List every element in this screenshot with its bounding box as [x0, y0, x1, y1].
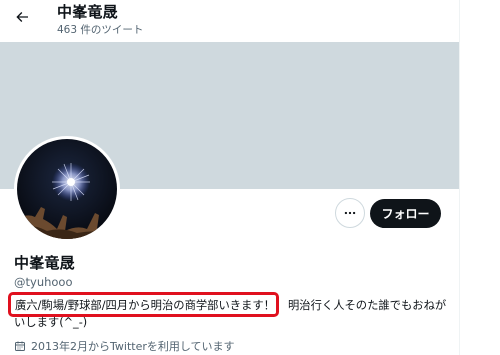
profile-header: 中峯竜晟 463 件のツイート — [0, 0, 459, 42]
profile-handle: @tyuhooo — [14, 275, 73, 289]
profile-column: 中峯竜晟 463 件のツイート フォロー 中峯竜晟 @tyuhooo 廣六/駒場… — [0, 0, 459, 355]
bio-line-1: 廣六/駒場/野球部/四月から明治の商学部いきます！ 明治行く人そのた誰でもおねが — [8, 292, 459, 317]
joined-date: 2013年2月からTwitterを利用しています — [14, 338, 235, 354]
bio-highlighted-text: 廣六/駒場/野球部/四月から明治の商学部いきます！ — [15, 299, 275, 312]
column-divider — [459, 0, 460, 355]
bio-text-continued: 明治行く人そのた誰でもおねが — [288, 299, 447, 312]
bio-line-2: いします(^_-) — [14, 316, 88, 329]
profile-name: 中峯竜晟 — [14, 254, 75, 272]
tweet-count: 463 件のツイート — [57, 24, 144, 36]
more-options-button[interactable] — [335, 198, 365, 228]
back-button[interactable] — [9, 4, 35, 30]
profile-page: 中峯竜晟 463 件のツイート フォロー 中峯竜晟 @tyuhooo 廣六/駒場… — [0, 0, 500, 355]
follow-button[interactable]: フォロー — [370, 199, 441, 228]
joined-text: 2013年2月からTwitterを利用しています — [31, 340, 235, 353]
avatar-image — [17, 139, 117, 239]
avatar[interactable] — [14, 136, 120, 242]
header-profile-name: 中峯竜晟 — [57, 3, 118, 21]
profile-bio: 廣六/駒場/野球部/四月から明治の商学部いきます！ 明治行く人そのた誰でもおねが… — [8, 292, 459, 329]
calendar-icon — [14, 340, 26, 352]
arrow-left-icon — [16, 12, 28, 22]
more-dots-icon — [344, 211, 356, 215]
